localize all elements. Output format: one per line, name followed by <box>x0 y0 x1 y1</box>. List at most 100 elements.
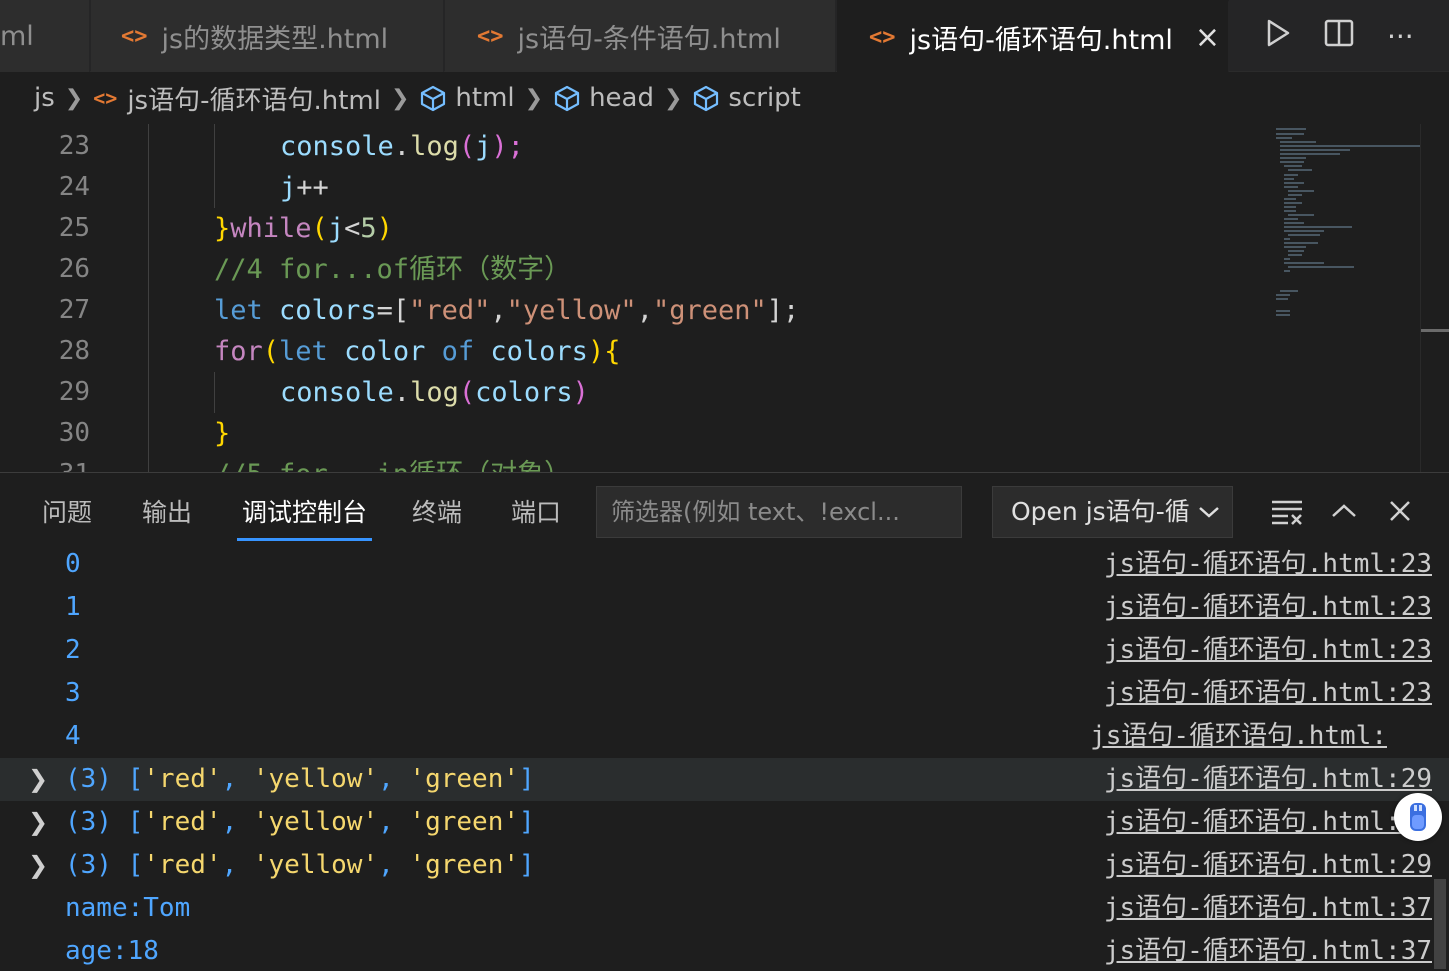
breadcrumb-script[interactable]: script <box>728 83 800 113</box>
indent-guide <box>214 372 215 413</box>
tab-truncated[interactable]: ml <box>0 0 90 72</box>
breadcrumb-file[interactable]: js语句-循环语句.html <box>127 80 381 117</box>
source-link[interactable]: js语句-循环语句.html:29 <box>1104 844 1432 887</box>
indent-guide <box>148 124 149 472</box>
console-row: 4 js语句-循环语句.html: <box>0 715 1449 758</box>
source-link[interactable]: js语句-循环语句.html:23 <box>1104 586 1432 629</box>
indent-guide <box>214 124 215 208</box>
console-array: (3) ['red', 'yellow', 'green'] <box>65 807 535 837</box>
tab-debug-console[interactable]: 调试控制台 <box>236 473 373 549</box>
console-row: 1 js语句-循环语句.html:23 <box>0 586 1449 629</box>
console-row: 3 js语句-循环语句.html:23 <box>0 672 1449 715</box>
tab-label: js语句-条件语句.html <box>517 23 781 55</box>
line-number: 29 <box>58 377 90 407</box>
tab-output[interactable]: 输出 <box>142 473 192 549</box>
chevron-up-icon[interactable] <box>1324 491 1364 531</box>
console-row: age:18 js语句-循环语句.html:37 <box>0 930 1449 971</box>
code-line-25: }while(j<5) <box>214 213 393 244</box>
line-number: 30 <box>58 418 90 448</box>
source-link[interactable]: js语句-循环语句.html: <box>1090 715 1387 758</box>
chevron-down-icon <box>1194 487 1224 537</box>
editor-tab-bar: ml <> js的数据类型.html <> js语句-条件语句.html <> … <box>0 0 1449 72</box>
line-number: 26 <box>58 254 90 284</box>
line-number: 28 <box>58 336 90 366</box>
chevron-right-icon[interactable]: ❯ <box>28 844 48 887</box>
clear-console-icon[interactable] <box>1267 491 1307 531</box>
cube-icon <box>421 85 446 112</box>
console-source-select[interactable]: Open js语句-循 <box>992 486 1233 538</box>
console-value: 0 <box>65 549 81 579</box>
console-value: age:18 <box>65 936 159 966</box>
run-icon[interactable] <box>1258 18 1298 55</box>
line-number: 25 <box>58 213 90 243</box>
more-actions-icon[interactable]: ··· <box>1380 20 1420 53</box>
chevron-right-icon[interactable]: ❯ <box>28 758 48 801</box>
tab-label: ml <box>0 20 34 52</box>
console-value: 4 <box>65 721 81 751</box>
breadcrumb-html[interactable]: html <box>455 83 514 113</box>
editor-scrollbar[interactable] <box>1420 124 1449 472</box>
minimap[interactable] <box>1268 124 1420 472</box>
tab-js-loop[interactable]: <> js语句-循环语句.html × <box>837 0 1229 72</box>
breadcrumb-folder[interactable]: js <box>34 83 55 113</box>
filter-input[interactable] <box>596 486 962 538</box>
code-line-26: //4 for...of循环（数字） <box>214 254 572 285</box>
console-value: 3 <box>65 678 81 708</box>
source-link[interactable]: js语句-循环语句.html:29 <box>1104 801 1432 844</box>
code-line-31: //5 for...in循环（对象） <box>214 454 571 472</box>
close-icon[interactable]: × <box>1195 20 1220 55</box>
code-line-27: let colors=["red","yellow","green"]; <box>214 295 800 326</box>
chevron-right-icon: ❯ <box>64 85 84 111</box>
tab-problems[interactable]: 问题 <box>42 473 92 549</box>
tab-label: js的数据类型.html <box>161 23 389 55</box>
tab-ports[interactable]: 端口 <box>511 473 561 549</box>
console-row[interactable]: ❯ (3) ['red', 'yellow', 'green'] js语句-循环… <box>0 758 1449 801</box>
tab-terminal[interactable]: 终端 <box>412 473 462 549</box>
source-link[interactable]: js语句-循环语句.html:23 <box>1104 549 1432 586</box>
console-value: 2 <box>65 635 81 665</box>
tab-js-data-types[interactable]: <> js的数据类型.html <box>91 0 444 72</box>
chevron-right-icon[interactable]: ❯ <box>28 801 48 844</box>
breadcrumb-head[interactable]: head <box>589 83 654 113</box>
debug-console-output[interactable]: 0 js语句-循环语句.html:23 1 js语句-循环语句.html: 2 3 … <box>0 549 1449 971</box>
code-line-24: j++ <box>280 172 329 203</box>
code-line-28: for(let color of colors){ <box>214 336 621 367</box>
panel-tabs: 问题 输出 调试控制台 终端 端口 Open js语句-循 <box>0 473 1449 549</box>
scrollbar-thumb[interactable] <box>1421 329 1449 332</box>
code-line-23: console.log(j); <box>280 131 524 162</box>
editor-actions: ··· <box>1229 0 1449 72</box>
html-file-icon: <> <box>869 24 896 50</box>
cube-icon <box>694 85 719 112</box>
console-row[interactable]: ❯ (3) ['red', 'yellow', 'green'] js语句-循环… <box>0 844 1449 887</box>
tab-js-conditional[interactable]: <> js语句-条件语句.html <box>445 0 836 72</box>
close-icon[interactable] <box>1380 491 1420 531</box>
chevron-right-icon: ❯ <box>663 85 683 111</box>
source-link[interactable]: js语句-循环语句.html:23 <box>1104 629 1432 672</box>
console-value: 1 <box>65 592 81 622</box>
code-area[interactable]: console.log(j); j++ }while(j<5) //4 for.… <box>148 124 1258 472</box>
console-row[interactable]: ❯ (3) ['red', 'yellow', 'green'] js语句-循环… <box>0 801 1449 844</box>
console-row: name:Tom js语句-循环语句.html:37 <box>0 887 1449 930</box>
source-link[interactable]: js语句-循环语句.html:37 <box>1104 887 1432 930</box>
bottom-panel: 问题 输出 调试控制台 终端 端口 Open js语句-循 0 js语句-循环语… <box>0 472 1449 971</box>
code-line-29: console.log(colors) <box>280 377 589 408</box>
tab-label: js语句-循环语句.html <box>909 24 1173 56</box>
chevron-right-icon: ❯ <box>390 85 410 111</box>
chevron-right-icon: ❯ <box>524 85 544 111</box>
scrollbar-thumb[interactable] <box>1434 879 1446 969</box>
code-editor[interactable]: 23 24 25 26 27 28 29 30 31 console.log(j… <box>0 124 1449 472</box>
breadcrumb: js ❯ <> js语句-循环语句.html ❯ html ❯ head ❯ s… <box>0 72 1449 124</box>
split-editor-icon[interactable] <box>1319 18 1359 55</box>
line-number-gutter: 23 24 25 26 27 28 29 30 31 <box>0 124 120 472</box>
source-link[interactable]: js语句-循环语句.html:23 <box>1104 672 1432 715</box>
console-value: name:Tom <box>65 893 191 923</box>
console-row: 2 js语句-循环语句.html:23 <box>0 629 1449 672</box>
source-link[interactable]: js语句-循环语句.html:29 <box>1104 758 1432 801</box>
html-file-icon: <> <box>477 23 504 49</box>
console-scrollbar[interactable] <box>1432 549 1449 971</box>
source-link[interactable]: js语句-循环语句.html:37 <box>1104 930 1432 971</box>
line-number: 23 <box>58 131 90 161</box>
html-file-icon: <> <box>93 86 118 110</box>
line-number: 31 <box>59 454 90 472</box>
console-array: (3) ['red', 'yellow', 'green'] <box>65 764 535 794</box>
